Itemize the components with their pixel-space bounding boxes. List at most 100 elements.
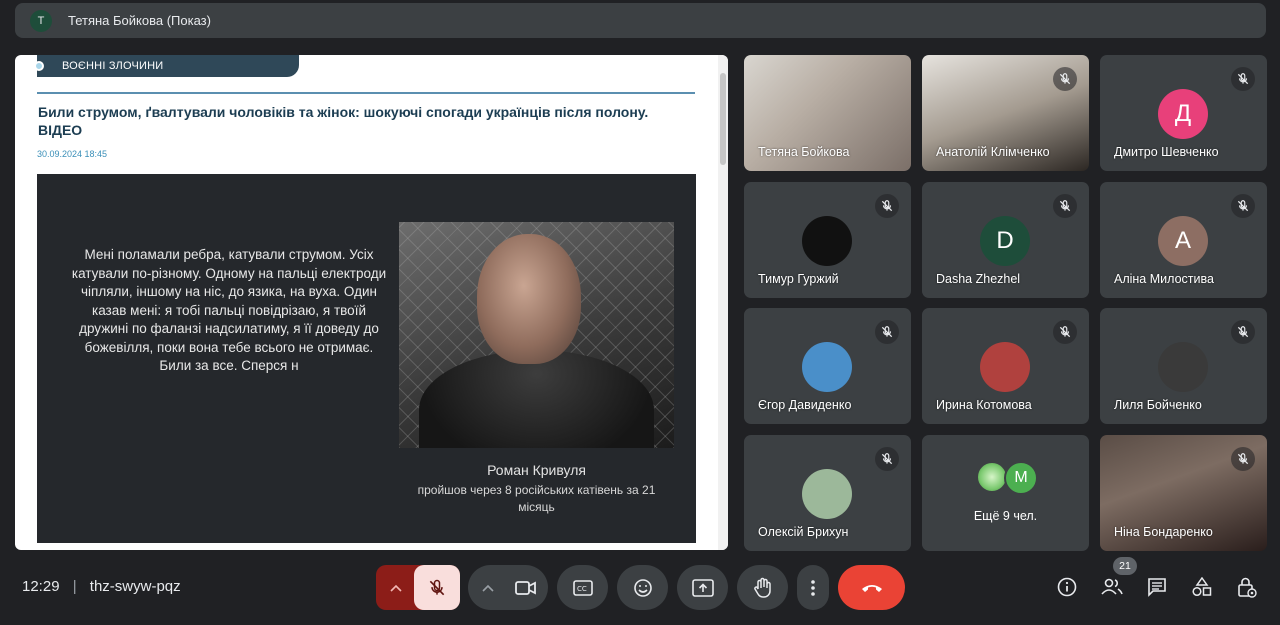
present-icon bbox=[691, 578, 714, 597]
participant-avatar bbox=[802, 342, 852, 392]
people-icon bbox=[1101, 578, 1123, 595]
caption-name: Роман Кривуля bbox=[487, 462, 586, 478]
scrollbar[interactable] bbox=[718, 55, 728, 550]
captions-button[interactable]: CC bbox=[557, 565, 608, 610]
participant-avatar bbox=[802, 216, 852, 266]
participant-tile[interactable]: Ирина Котомова bbox=[922, 308, 1089, 424]
captions-icon: CC bbox=[572, 579, 593, 596]
participant-tile[interactable]: D Dasha Zhezhel bbox=[922, 182, 1089, 298]
participant-tile[interactable]: Тимур Гуржий bbox=[744, 182, 911, 298]
meeting-details-button[interactable] bbox=[1054, 574, 1080, 600]
svg-text:CC: CC bbox=[577, 585, 587, 593]
mic-group bbox=[376, 565, 460, 610]
mic-off-icon bbox=[875, 194, 899, 218]
mic-off-icon bbox=[875, 447, 899, 471]
meeting-info: 12:29 | thz-swyw-pqz bbox=[22, 578, 181, 595]
article-date: 30.09.2024 18:45 bbox=[37, 149, 108, 159]
raise-hand-button[interactable] bbox=[737, 565, 788, 610]
chat-icon bbox=[1148, 578, 1166, 597]
participant-name: Тетяна Бойкова bbox=[758, 145, 850, 159]
separator: | bbox=[72, 578, 77, 595]
presenter-title: Тетяна Бойкова (Показ) bbox=[68, 13, 211, 28]
camera-toggle-button[interactable] bbox=[504, 565, 548, 610]
activities-icon bbox=[1192, 577, 1212, 597]
mic-off-icon bbox=[1231, 447, 1255, 471]
camera-icon bbox=[515, 580, 536, 595]
category-tag-label: ВОЄННІ ЗЛОЧИНИ bbox=[62, 60, 164, 72]
participant-avatar: D bbox=[980, 216, 1030, 266]
article-headline: Били струмом, ґвалтували чоловіків та жі… bbox=[38, 104, 649, 138]
participants-count-badge: 21 bbox=[1113, 557, 1137, 575]
mic-options-button[interactable] bbox=[376, 565, 416, 610]
host-controls-button[interactable] bbox=[1234, 574, 1260, 600]
chat-button[interactable] bbox=[1144, 574, 1170, 600]
camera-options-button[interactable] bbox=[468, 565, 508, 610]
mic-off-icon bbox=[1231, 67, 1255, 91]
participant-tile[interactable]: Єгор Давиденко bbox=[744, 308, 911, 424]
participant-name: Dasha Zhezhel bbox=[936, 272, 1021, 286]
mic-off-icon bbox=[429, 579, 445, 595]
mic-toggle-button[interactable] bbox=[414, 565, 460, 610]
presenter-avatar: T bbox=[30, 9, 52, 32]
mic-off-icon bbox=[1053, 67, 1077, 91]
mic-off-icon bbox=[1231, 194, 1255, 218]
participant-avatar bbox=[802, 469, 852, 519]
raise-hand-icon bbox=[753, 577, 771, 598]
article-image: Мені поламали ребра, катували струмом. У… bbox=[37, 174, 696, 543]
participant-tile[interactable]: Ніна Бондаренко bbox=[1100, 435, 1267, 551]
participant-name: Дмитро Шевченко bbox=[1114, 145, 1219, 159]
people-button[interactable] bbox=[1099, 574, 1125, 600]
participant-avatar bbox=[1158, 342, 1208, 392]
participant-tile[interactable]: Лиля Бойченко bbox=[1100, 308, 1267, 424]
camera-group bbox=[468, 565, 548, 610]
more-options-button[interactable] bbox=[797, 565, 829, 610]
shared-screen[interactable]: ВОЄННІ ЗЛОЧИНИ Били струмом, ґвалтували … bbox=[15, 55, 728, 550]
participant-name: Ніна Бондаренко bbox=[1114, 525, 1213, 539]
portrait-head bbox=[477, 234, 581, 364]
mic-off-icon bbox=[1053, 194, 1077, 218]
participant-name: Єгор Давиденко bbox=[758, 398, 852, 412]
mic-off-icon bbox=[1231, 320, 1255, 344]
participant-name: Олексій Брихун bbox=[758, 525, 849, 539]
participant-name: Тимур Гуржий bbox=[758, 272, 839, 286]
emoji-button[interactable] bbox=[617, 565, 668, 610]
participant-avatar: A bbox=[1158, 216, 1208, 266]
chevron-up-icon bbox=[390, 584, 402, 592]
activities-button[interactable] bbox=[1189, 574, 1215, 600]
mic-off-icon bbox=[875, 320, 899, 344]
participant-name: Аліна Милостива bbox=[1114, 272, 1214, 286]
participant-name: Ирина Котомова bbox=[936, 398, 1032, 412]
participant-avatar bbox=[980, 342, 1030, 392]
leave-call-button[interactable] bbox=[838, 565, 905, 610]
participant-avatar: Д bbox=[1158, 89, 1208, 139]
others-label: Ещё 9 чел. bbox=[973, 509, 1038, 523]
info-icon bbox=[1057, 577, 1077, 597]
more-vert-icon bbox=[811, 579, 815, 596]
call-end-icon bbox=[861, 584, 882, 592]
presenter-bar: T Тетяна Бойкова (Показ) bbox=[15, 3, 1266, 38]
participant-tile[interactable]: Д Дмитро Шевченко bbox=[1100, 55, 1267, 171]
others-avatar-2: M bbox=[1004, 461, 1038, 495]
participant-tile[interactable]: A Аліна Милостива bbox=[1100, 182, 1267, 298]
meeting-code: thz-swyw-pqz bbox=[89, 578, 181, 595]
participant-tile[interactable]: Тетяна Бойкова bbox=[744, 55, 911, 171]
chevron-up-icon bbox=[482, 584, 494, 592]
participant-name: Лиля Бойченко bbox=[1114, 398, 1202, 412]
scrollbar-thumb[interactable] bbox=[720, 73, 726, 165]
participant-tile[interactable]: Олексій Брихун bbox=[744, 435, 911, 551]
caption-subtitle: пройшов через 8 російських катівень за 2… bbox=[417, 483, 656, 514]
emoji-icon bbox=[633, 578, 652, 597]
divider bbox=[37, 92, 695, 94]
bottom-bar: 12:29 | thz-swyw-pqz CC 21 bbox=[0, 552, 1280, 625]
host-controls-icon bbox=[1238, 577, 1257, 598]
participant-tile[interactable]: Анатолій Клімченко bbox=[922, 55, 1089, 171]
others-tile[interactable]: M Ещё 9 чел. bbox=[922, 435, 1089, 551]
quote-text: Мені поламали ребра, катували струмом. У… bbox=[71, 247, 387, 373]
portrait-photo bbox=[399, 222, 674, 448]
participant-name: Анатолій Клімченко bbox=[936, 145, 1050, 159]
category-tag: ВОЄННІ ЗЛОЧИНИ bbox=[34, 55, 299, 77]
tag-dot-icon bbox=[34, 61, 44, 71]
present-button[interactable] bbox=[677, 565, 728, 610]
mic-off-icon bbox=[1053, 320, 1077, 344]
clock: 12:29 bbox=[22, 578, 60, 595]
